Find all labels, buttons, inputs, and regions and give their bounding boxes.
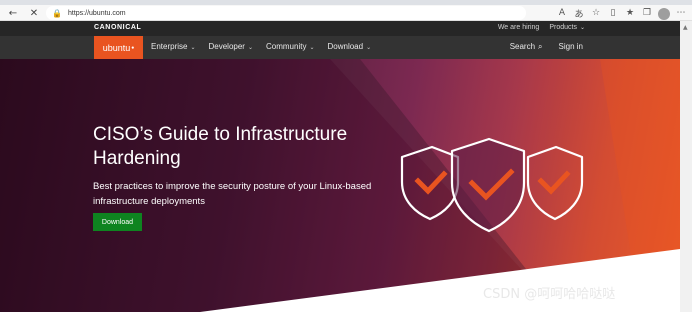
favorites-icon[interactable]: ★: [623, 6, 637, 20]
canonical-links: We are hiring Products ⌄: [498, 24, 585, 31]
url-text: https://ubuntu.com: [68, 9, 126, 17]
search-label: Search: [509, 42, 536, 51]
reader-icon[interactable]: ▯: [606, 6, 620, 20]
products-menu[interactable]: Products ⌄: [549, 24, 585, 31]
avatar: [658, 7, 670, 20]
more-icon[interactable]: ⋯: [674, 6, 688, 20]
nav-item-label: Enterprise: [151, 42, 188, 51]
hero-subtitle: Best practices to improve the security p…: [93, 179, 393, 209]
collections-icon[interactable]: ❐: [640, 6, 654, 20]
ubuntu-logo[interactable]: ubuntu ●: [94, 36, 143, 59]
nav-items: Enterprise ⌄ Developer ⌄ Community ⌄ Downlo…: [151, 42, 371, 51]
security-shields-illustration: [400, 137, 584, 233]
read-aloud-icon[interactable]: A: [555, 6, 569, 20]
nav-item-community[interactable]: Community ⌄: [266, 42, 314, 51]
page-scrollbar[interactable]: [680, 21, 692, 312]
hero-subtitle-line: Best practices to improve the security p…: [93, 181, 372, 192]
chevron-down-icon: ⌄: [366, 44, 372, 51]
hero-title-line: CISO’s Guide to Infrastructure: [93, 124, 348, 145]
scroll-up-arrow-icon[interactable]: ▲: [683, 24, 688, 31]
translate-icon[interactable]: あ: [572, 6, 586, 20]
hero-subtitle-line: infrastructure deployments: [93, 196, 205, 207]
nav-item-download[interactable]: Download ⌄: [327, 42, 371, 51]
nav-item-label: Developer: [208, 42, 245, 51]
circle-of-friends-icon: ●: [131, 44, 135, 51]
search-icon: ⌕: [538, 42, 543, 51]
hero-title-line: Hardening: [93, 148, 181, 169]
chevron-down-icon: ⌄: [190, 44, 196, 51]
nav-item-label: Community: [266, 42, 307, 51]
stop-loading-icon[interactable]: ✕: [27, 6, 41, 20]
nav-item-developer[interactable]: Developer ⌄: [209, 42, 254, 51]
hero-banner: CISO’s Guide to Infrastructure Hardening…: [0, 59, 680, 312]
nav-item-enterprise[interactable]: Enterprise ⌄: [151, 42, 196, 51]
csdn-watermark: CSDN @呵呵哈哈哒哒: [483, 287, 616, 302]
download-button[interactable]: Download: [93, 213, 142, 231]
browser-actions: A あ ☆ ▯ ★ ❐ ⋯: [555, 6, 688, 20]
nav-right: Search ⌕ Sign in: [510, 42, 583, 52]
browser-toolbar: ← ✕ 🔒 https://ubuntu.com A あ ☆ ▯ ★ ❐ ⋯: [0, 5, 692, 21]
nav-item-label: Download: [327, 42, 364, 51]
lock-icon: 🔒: [52, 8, 62, 18]
search-button[interactable]: Search ⌕: [510, 42, 543, 52]
chevron-down-icon: ⌄: [309, 44, 315, 51]
ubuntu-logo-text: ubuntu: [102, 42, 131, 53]
back-arrow-icon[interactable]: ←: [6, 6, 20, 20]
hiring-link[interactable]: We are hiring: [498, 24, 540, 31]
favorite-star-icon[interactable]: ☆: [589, 6, 603, 20]
main-navigation: ubuntu ● Enterprise ⌄ Developer ⌄ Community…: [0, 36, 680, 59]
profile-icon[interactable]: [657, 6, 671, 20]
products-label: Products: [549, 24, 577, 31]
chevron-down-icon: ⌄: [247, 44, 253, 51]
chevron-down-icon: ⌄: [579, 24, 585, 31]
hero-title: CISO’s Guide to Infrastructure Hardening: [93, 123, 393, 171]
canonical-logo[interactable]: CANONICAL: [94, 24, 141, 31]
sign-in-link[interactable]: Sign in: [559, 42, 583, 52]
address-bar[interactable]: 🔒 https://ubuntu.com: [46, 6, 526, 20]
canonical-bar: CANONICAL We are hiring Products ⌄: [0, 21, 680, 36]
